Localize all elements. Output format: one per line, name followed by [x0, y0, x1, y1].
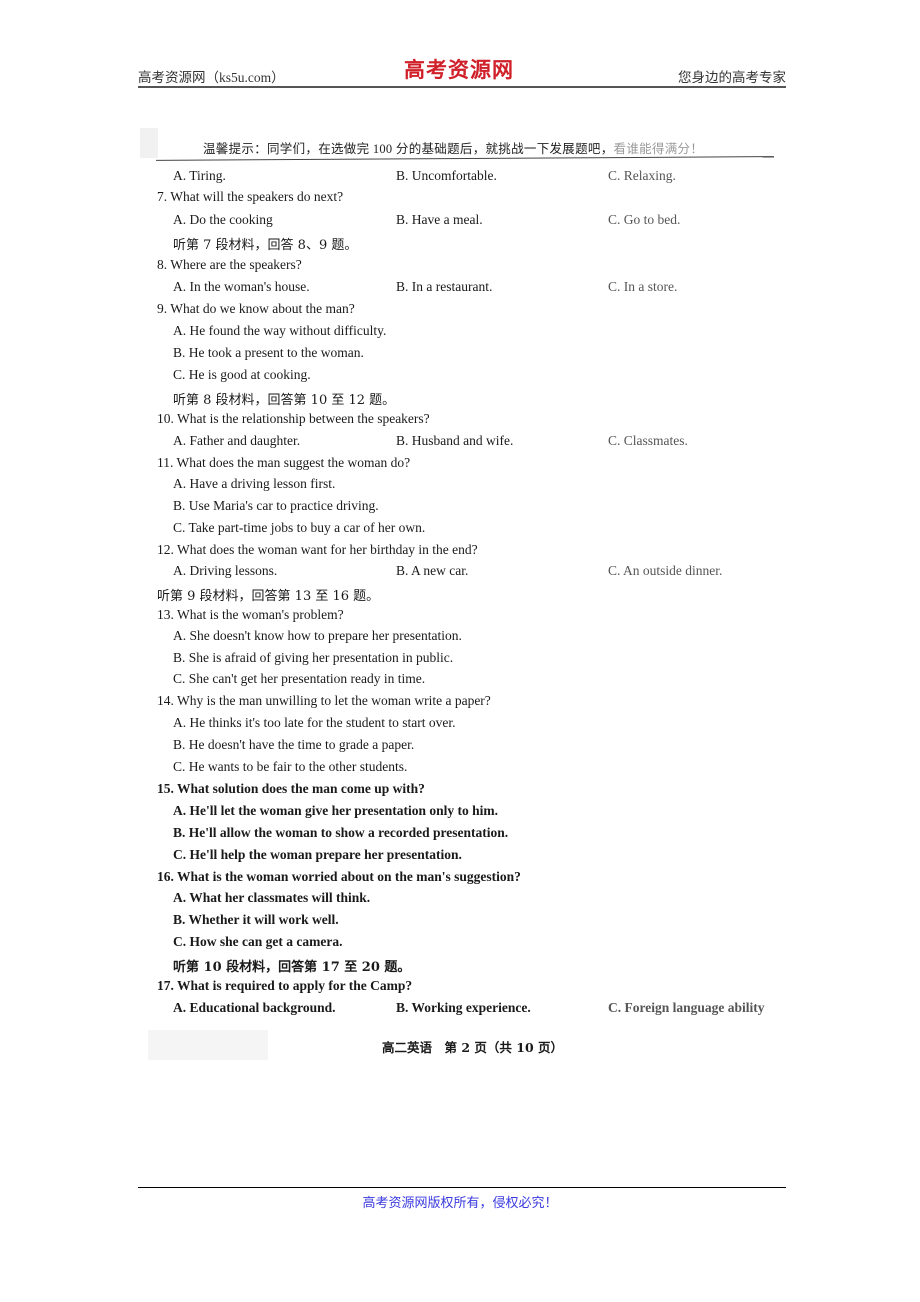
option-item: B. She is afraid of giving her presentat… — [173, 650, 454, 665]
question-stem: 11. What does the man suggest the woman … — [157, 455, 411, 470]
section-instruction: 听第 7 段材料，回答 8、9 题。 — [173, 238, 358, 253]
option-c: C. An outside dinner. — [608, 563, 723, 578]
option-item: C. She can't get her presentation ready … — [173, 671, 426, 686]
option-item: A. Have a driving lesson first. — [173, 476, 336, 491]
option-item: C. How she can get a camera. — [173, 934, 343, 949]
option-item: C. He is good at cooking. — [173, 367, 311, 382]
footer-copyright: 高考资源网版权所有，侵权必究！ — [362, 1195, 558, 1210]
option-b: B. Working experience. — [396, 1000, 531, 1015]
option-a: A. In the woman's house. — [173, 279, 310, 294]
option-b: B. A new car. — [396, 563, 469, 578]
option-c: C. Foreign language ability — [608, 1000, 765, 1015]
page-number: 高二英语 第 2 页（共 10 页） — [382, 1040, 564, 1055]
option-item: A. What her classmates will think. — [173, 890, 371, 905]
tip-faded-text: 看谁能得满分！ — [613, 142, 704, 156]
option-item: B. Use Maria's car to practice driving. — [173, 498, 379, 513]
question-stem: 13. What is the woman's problem? — [157, 607, 344, 622]
option-item: C. Take part-time jobs to buy a car of h… — [173, 520, 426, 535]
header-tagline: 您身边的高考专家 — [678, 70, 786, 85]
option-c: C. Go to bed. — [608, 212, 681, 227]
option-b: B. Husband and wife. — [396, 433, 514, 448]
question-stem: 9. What do we know about the man? — [157, 301, 355, 316]
header-site-left: 高考资源网（ks5u.com） — [138, 70, 285, 85]
scan-noise — [140, 128, 158, 158]
option-item: C. He wants to be fair to the other stud… — [173, 759, 408, 774]
option-a: A. Tiring. — [173, 168, 226, 183]
option-b: B. Have a meal. — [396, 212, 483, 227]
option-item: B. He doesn't have the time to grade a p… — [173, 737, 415, 752]
question-stem: 16. What is the woman worried about on t… — [157, 869, 521, 884]
footer-rule — [138, 1187, 786, 1188]
question-stem: 15. What solution does the man come up w… — [157, 781, 425, 796]
option-c: C. Relaxing. — [608, 168, 676, 183]
option-item: A. He'll let the woman give her presenta… — [173, 803, 498, 818]
option-item: B. Whether it will work well. — [173, 912, 339, 927]
option-a: A. Driving lessons. — [173, 563, 278, 578]
option-c: C. In a store. — [608, 279, 678, 294]
option-item: B. He'll allow the woman to show a recor… — [173, 825, 509, 840]
header-rule — [138, 86, 786, 88]
option-a: A. Father and daughter. — [173, 433, 301, 448]
section-instruction: 听第 10 段材料，回答第 17 至 20 题。 — [173, 960, 411, 975]
question-stem: 7. What will the speakers do next? — [157, 189, 344, 204]
question-stem: 17. What is required to apply for the Ca… — [157, 978, 413, 993]
section-instruction: 听第 9 段材料，回答第 13 至 16 题。 — [157, 589, 380, 604]
question-stem: 10. What is the relationship between the… — [157, 411, 430, 426]
option-item: A. She doesn't know how to prepare her p… — [173, 628, 462, 643]
option-a: A. Do the cooking — [173, 212, 273, 227]
question-stem: 14. Why is the man unwilling to let the … — [157, 693, 491, 708]
option-c: C. Classmates. — [608, 433, 688, 448]
tip-line: 温馨提示：同学们，在选做完 100 分的基础题后，就挑战一下发展题吧，看谁能得满… — [203, 138, 703, 157]
question-stem: 8. Where are the speakers? — [157, 257, 302, 272]
option-item: B. He took a present to the woman. — [173, 345, 364, 360]
option-a: A. Educational background. — [173, 1000, 336, 1015]
option-b: B. In a restaurant. — [396, 279, 493, 294]
header-logo: 高考资源网 — [404, 58, 514, 82]
option-item: C. He'll help the woman prepare her pres… — [173, 847, 462, 862]
tip-text: 温馨提示：同学们，在选做完 100 分的基础题后，就挑战一下发展题吧， — [203, 142, 614, 156]
option-b: B. Uncomfortable. — [396, 168, 497, 183]
option-item: A. He thinks it's too late for the stude… — [173, 715, 456, 730]
option-item: A. He found the way without difficulty. — [173, 323, 387, 338]
section-instruction: 听第 8 段材料，回答第 10 至 12 题。 — [173, 393, 396, 408]
question-stem: 12. What does the woman want for her bir… — [157, 542, 478, 557]
scan-noise — [148, 1030, 268, 1060]
